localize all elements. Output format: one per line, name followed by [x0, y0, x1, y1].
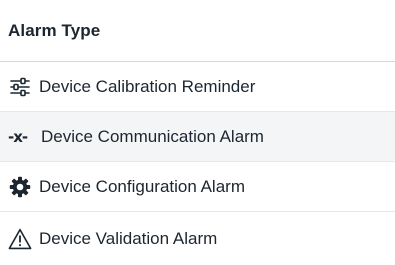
list-item-label: Device Calibration Reminder	[39, 76, 256, 96]
list-item-device-calibration-reminder[interactable]: Device Calibration Reminder	[0, 62, 395, 112]
warning-triangle-icon	[8, 227, 32, 251]
communication-loss-icon: -x-	[8, 127, 28, 146]
list-item-device-configuration-alarm[interactable]: Device Configuration Alarm	[0, 162, 395, 212]
list-item-device-validation-alarm[interactable]: Device Validation Alarm	[0, 212, 395, 265]
list-item-device-communication-alarm[interactable]: -x- Device Communication Alarm	[0, 112, 395, 162]
list-item-label: Device Configuration Alarm	[39, 176, 245, 196]
gear-icon	[8, 175, 32, 199]
column-header[interactable]: Alarm Type	[0, 0, 395, 62]
alarm-type-list: Alarm Type Device Calibration Reminder -…	[0, 0, 395, 265]
sliders-icon	[8, 75, 32, 99]
list-item-label: Device Communication Alarm	[41, 126, 264, 146]
column-header-label: Alarm Type	[8, 20, 101, 40]
list-item-label: Device Validation Alarm	[39, 228, 218, 248]
